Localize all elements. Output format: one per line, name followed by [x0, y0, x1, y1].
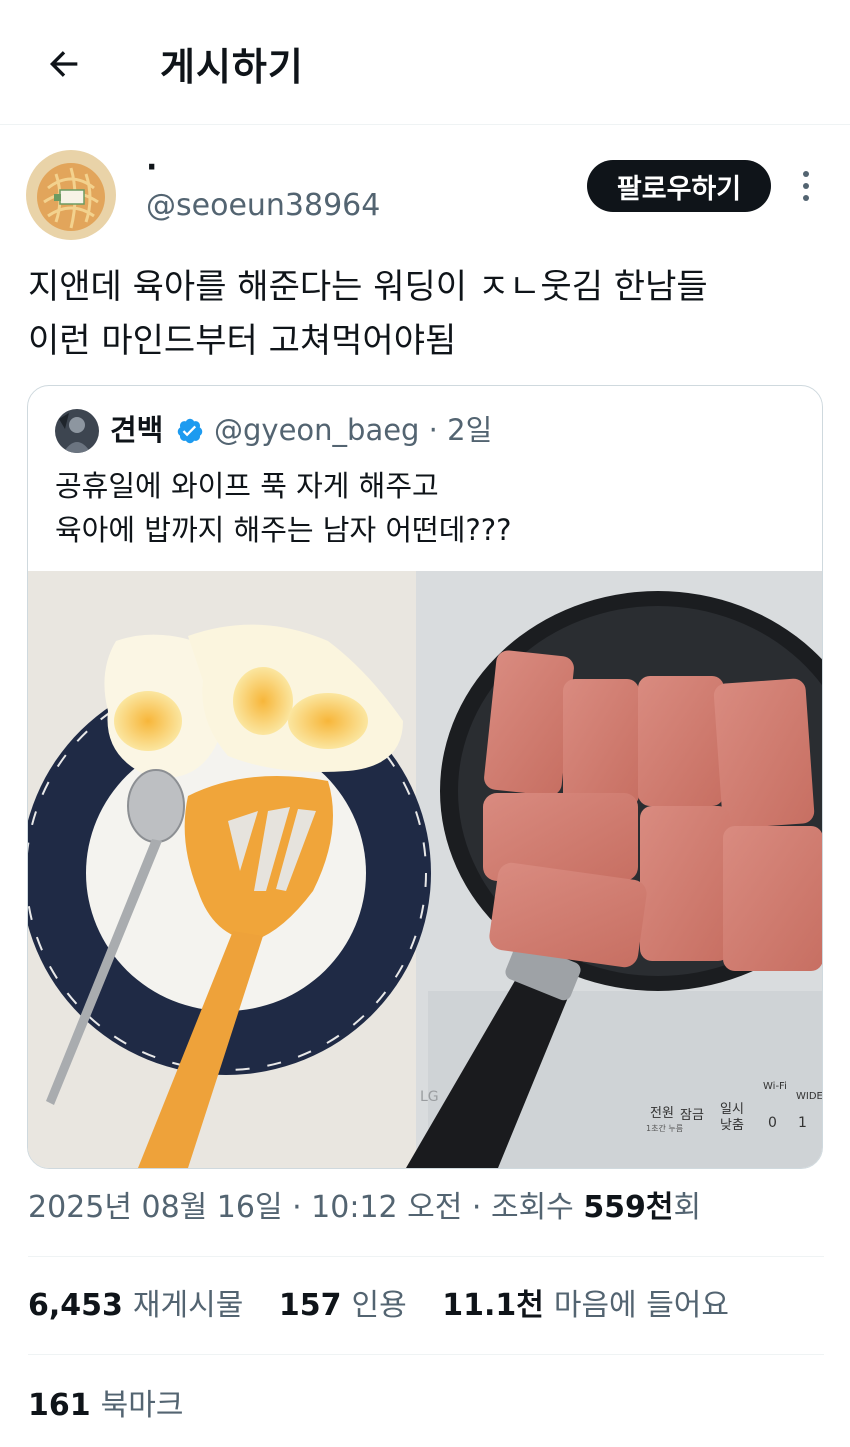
panel-wifi-label: Wi-Fi: [763, 1081, 787, 1092]
tweet-text: 지앤데 육아를 해준다는 워딩이 ㅈㄴ웃김 한남들 이런 마인드부터 고쳐먹어야…: [28, 260, 828, 368]
quotes-count: 157: [278, 1288, 342, 1323]
bookmarks-label: 북마크: [100, 1388, 184, 1423]
panel-power-label: 전원: [650, 1106, 674, 1121]
tweet-line: 이런 마인드부터 고쳐먹어야됨: [28, 321, 457, 361]
arrow-left-icon: [49, 51, 78, 77]
quotes-stat[interactable]: 157 인용: [279, 1284, 407, 1328]
quote-handle-time: @gyeon_baeg · 2일: [214, 413, 493, 447]
quote-avatar: [55, 409, 99, 453]
verified-badge-icon: [177, 418, 203, 444]
panel-power-sub: 1초간 누름: [646, 1123, 683, 1133]
follow-button[interactable]: 팔로우하기: [587, 160, 771, 212]
food-photo: Wi-Fi WIDE 전원 1초간 누름 잠금 일시 낮춤 0 1 LG: [28, 571, 823, 1168]
engagement-stats: 6,453 재게시물 157 인용 11.1천 마음에 들어요: [28, 1284, 755, 1328]
panel-pause-label: 일시: [720, 1102, 744, 1117]
likes-count: 11.1천: [442, 1288, 544, 1323]
retweets-stat[interactable]: 6,453 재게시물: [28, 1284, 243, 1328]
panel-brand-label: LG: [420, 1089, 439, 1105]
retweets-label: 재게시물: [132, 1288, 244, 1323]
top-bar: 게시하기: [0, 0, 850, 125]
panel-one-label: 1: [798, 1115, 807, 1131]
avatar-image: [26, 150, 116, 240]
divider: [28, 1256, 824, 1257]
likes-stat[interactable]: 11.1천 마음에 들어요: [442, 1284, 729, 1328]
quote-text: 공휴일에 와이프 푹 자게 해주고 육아에 밥까지 해주는 남자 어떤데???: [55, 464, 512, 552]
likes-label: 마음에 들어요: [553, 1288, 729, 1323]
author-handle[interactable]: @seoeun38964: [146, 186, 380, 226]
more-options-button[interactable]: [790, 166, 822, 206]
quote-photo[interactable]: Wi-Fi WIDE 전원 1초간 누름 잠금 일시 낮춤 0 1 LG: [28, 571, 823, 1168]
quote-author-name: 견백: [110, 413, 164, 447]
more-dot-icon: [803, 171, 809, 177]
author-name[interactable]: ·: [146, 148, 157, 188]
quoted-tweet[interactable]: 견백 @gyeon_baeg · 2일 공휴일에 와이프 푹 자게 해주고 육아…: [27, 385, 823, 1169]
avatar[interactable]: [26, 150, 116, 240]
retweets-count: 6,453: [28, 1288, 123, 1323]
tweet-meta: 2025년 08월 16일 · 10:12 오전 · 조회수 559천회: [28, 1186, 701, 1230]
panel-wide-label: WIDE: [796, 1091, 823, 1102]
quote-line: 육아에 밥까지 해주는 남자 어떤데???: [55, 513, 512, 547]
quote-line: 공휴일에 와이프 푹 자게 해주고: [55, 469, 439, 503]
quote-avatar-image: [55, 409, 99, 453]
bookmarks-stat[interactable]: 161 북마크: [28, 1384, 183, 1428]
quotes-label: 인용: [351, 1288, 407, 1323]
view-suffix: 회: [673, 1190, 702, 1225]
view-count: 559천: [583, 1190, 674, 1225]
divider: [28, 1354, 824, 1355]
page-title: 게시하기: [160, 45, 304, 89]
more-dot-icon: [803, 195, 809, 201]
back-button[interactable]: [38, 38, 90, 90]
more-dot-icon: [803, 183, 809, 189]
panel-pause2-label: 낮춤: [720, 1118, 744, 1133]
bookmarks-count: 161: [28, 1388, 91, 1423]
panel-lock-label: 잠금: [680, 1108, 704, 1123]
tweet-line: 지앤데 육아를 해준다는 워딩이 ㅈㄴ웃김 한남들: [28, 267, 708, 307]
panel-zero-label: 0: [768, 1115, 777, 1131]
tweet-datetime: 2025년 08월 16일 · 10:12 오전 · 조회수: [28, 1190, 584, 1225]
